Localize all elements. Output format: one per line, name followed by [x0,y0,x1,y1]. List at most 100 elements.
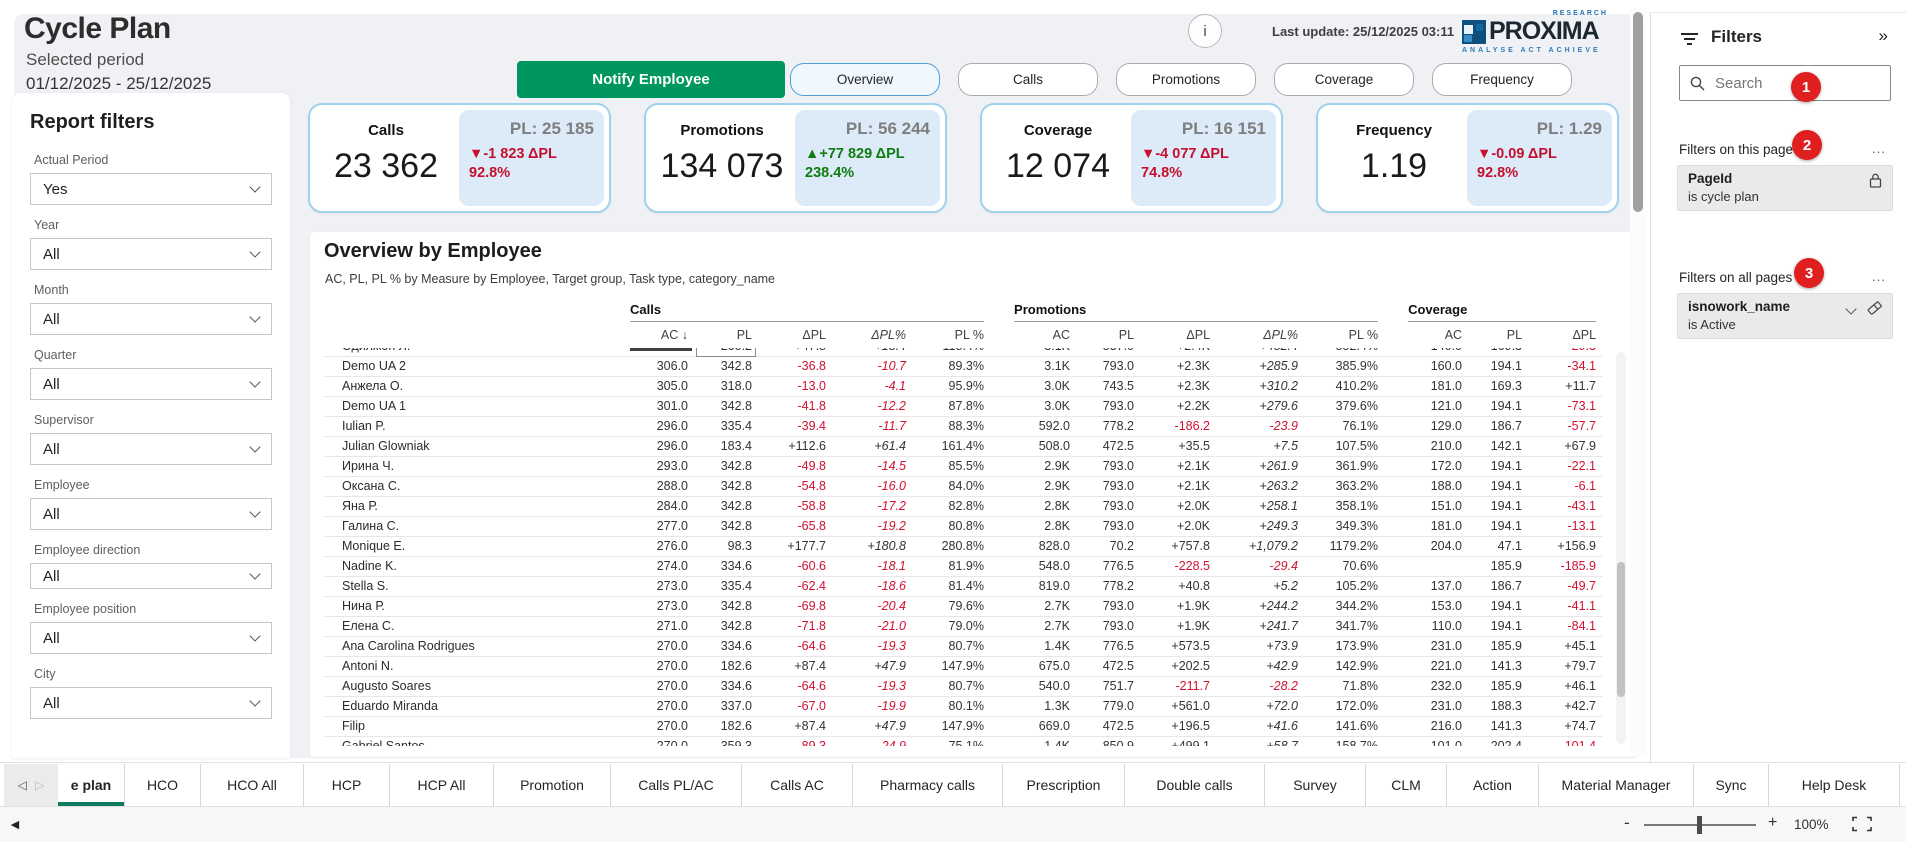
tab-calls-ac[interactable]: Calls AC [742,764,853,806]
prev-page-icon[interactable]: ◁ [18,778,27,792]
filter-dropdown-employee-direction[interactable]: All [30,563,272,589]
tab-promotion[interactable]: Promotion [494,764,611,806]
notify-employee-button[interactable]: Notify Employee [517,61,785,98]
tab-clm[interactable]: CLM [1366,764,1447,806]
column-header[interactable]: ΔPL [1528,322,1602,348]
this-page-menu-dots[interactable]: ... [1872,141,1886,156]
table-row[interactable]: Julian Glowniak296.0183.4+112.6+61.4161.… [324,436,1602,456]
table-row[interactable]: Monique E.276.098.3+177.7+180.8280.8%828… [324,536,1602,556]
table-row[interactable]: Filip270.0182.6+87.4+47.9147.9%669.0472.… [324,716,1602,736]
column-header[interactable]: AC ↓ [624,322,694,348]
table-row[interactable]: Eduardo Miranda270.0337.0-67.0-19.980.1%… [324,696,1602,716]
zoom-slider-handle[interactable] [1697,816,1702,834]
next-page-icon[interactable]: ▷ [35,778,44,792]
all-pages-menu-dots[interactable]: ... [1872,269,1886,284]
filter-dropdown-employee-position[interactable]: All [30,622,272,654]
table-row[interactable]: Яна Р.284.0342.8-58.8-17.282.8%2.8K793.0… [324,496,1602,516]
table-row[interactable]: Галина С.277.0342.8-65.8-19.280.8%2.8K79… [324,516,1602,536]
table-row[interactable]: Antoni N.270.0182.6+87.4+47.9147.9%675.0… [324,656,1602,676]
filter-search-box[interactable] [1679,65,1891,101]
column-header[interactable]: PL [1076,322,1140,348]
nav-pill-promotions[interactable]: Promotions [1116,63,1256,96]
nav-pill-coverage[interactable]: Coverage [1274,63,1414,96]
fit-to-screen-icon[interactable] [1852,816,1872,832]
kpi-value: 12 074 [982,147,1134,186]
zoom-out-button[interactable]: - [1624,813,1630,833]
filter-card-isnowork[interactable]: isnowork_name is Active [1677,293,1893,339]
tab-survey[interactable]: Survey [1265,764,1366,806]
tab-prescription[interactable]: Prescription [1003,764,1125,806]
filter-label: Month [34,283,268,297]
tab-hco[interactable]: HCO [125,764,201,806]
column-header[interactable]: PL % [912,322,990,348]
kpi-card-frequency[interactable]: Frequency1.19PL: 1.29▼-0.09 ΔPL92.8% [1316,103,1619,213]
tab-e-plan[interactable]: e plan [58,764,125,806]
filter-dropdown-year[interactable]: All [30,238,272,270]
column-header[interactable]: ΔPL [1140,322,1216,348]
column-header[interactable]: ΔPL% [1216,322,1304,348]
filter-dropdown-month[interactable]: All [30,303,272,335]
table-row[interactable]: Gabriel Santos270.0359.3-89.3-24.975.1%1… [324,736,1602,746]
collapse-left-icon[interactable]: ◄ [8,816,22,832]
table-row[interactable]: Оксана С.288.0342.8-54.8-16.084.0%2.9K79… [324,476,1602,496]
eraser-icon[interactable] [1867,301,1882,315]
table-scrollbar-thumb[interactable] [1617,562,1625,697]
column-header[interactable]: ΔPL [758,322,832,348]
tab-pharmacy-calls[interactable]: Pharmacy calls [853,764,1003,806]
page-scrollbar[interactable] [1630,8,1646,756]
tab-hcp-all[interactable]: HCP All [390,764,494,806]
tab-material-manager[interactable]: Material Manager [1539,764,1694,806]
table-row[interactable]: Одилжон Л.308.0260.2+47.8+18.4118.4%3.1K… [324,348,1602,356]
filter-dropdown-quarter[interactable]: All [30,368,272,400]
tab-calls-pl-ac[interactable]: Calls PL/AC [611,764,742,806]
kpi-value: 1.19 [1318,147,1470,186]
tab-hco-all[interactable]: HCO All [201,764,304,806]
value-cell: 183.4 [694,436,758,456]
filter-dropdown-actual-period[interactable]: Yes [30,173,272,205]
filter-dropdown-city[interactable]: All [30,687,272,719]
chevron-down-icon[interactable] [1845,303,1856,314]
page-scrollbar-thumb[interactable] [1633,12,1643,212]
value-cell: 194.1 [1468,476,1528,496]
value-cell: 2.9K [990,476,1076,496]
table-row[interactable]: Demo UA 2306.0342.8-36.8-10.789.3%3.1K79… [324,356,1602,376]
table-row[interactable]: Нина Р.273.0342.8-69.8-20.479.6%2.7K793.… [324,596,1602,616]
kpi-card-coverage[interactable]: Coverage12 074PL: 16 151▼-4 077 ΔPL74.8% [980,103,1283,213]
zoom-in-button[interactable]: + [1768,814,1777,832]
table-row[interactable]: Demo UA 1301.0342.8-41.8-12.287.8%3.0K79… [324,396,1602,416]
tab-double-calls[interactable]: Double calls [1125,764,1265,806]
tab-hcp[interactable]: HCP [304,764,390,806]
table-row[interactable]: Nadine K.274.0334.6-60.6-18.181.9%548.07… [324,556,1602,576]
table-row[interactable]: Iulian P.296.0335.4-39.4-11.788.3%592.07… [324,416,1602,436]
column-header[interactable]: PL [1468,322,1528,348]
tab-help-desk[interactable]: Help Desk [1769,764,1900,806]
filter-dropdown-supervisor[interactable]: All [30,433,272,465]
kpi-percent: 238.4% [805,165,930,181]
tab-action[interactable]: Action [1447,764,1539,806]
nav-pill-overview[interactable]: Overview [790,63,940,96]
filters-pane: Filters » 1 Filters on this page 2 ... P… [1650,12,1906,762]
collapse-pane-icon[interactable]: » [1879,26,1888,46]
column-header[interactable]: AC [990,322,1076,348]
table-scrollbar[interactable] [1616,352,1626,744]
column-header[interactable]: PL % [1304,322,1384,348]
nav-pill-frequency[interactable]: Frequency [1432,63,1572,96]
table-row[interactable]: Елена С.271.0342.8-71.8-21.079.0%2.7K793… [324,616,1602,636]
tab-sync[interactable]: Sync [1694,764,1769,806]
kpi-card-promotions[interactable]: Promotions134 073PL: 56 244▲+77 829 ΔPL2… [644,103,947,213]
table-row[interactable]: Stella S.273.0335.4-62.4-18.681.4%819.07… [324,576,1602,596]
table-row[interactable]: Анжела О.305.0318.0-13.0-4.195.9%3.0K743… [324,376,1602,396]
table-row[interactable]: Augusto Soares270.0334.6-64.6-19.380.7%5… [324,676,1602,696]
filter-dropdown-employee[interactable]: All [30,498,272,530]
value-cell: 173.9% [1304,636,1384,656]
column-header[interactable]: AC [1384,322,1468,348]
column-header[interactable]: ΔPL% [832,322,912,348]
value-cell: -4.1 [832,376,912,396]
table-row[interactable]: Ирина Ч.293.0342.8-49.8-14.585.5%2.9K793… [324,456,1602,476]
column-header[interactable]: PL [694,322,758,348]
kpi-card-calls[interactable]: Calls23 362PL: 25 185▼-1 823 ΔPL92.8% [308,103,611,213]
filter-card-pageid[interactable]: PageId is cycle plan [1677,165,1893,211]
table-row[interactable]: Ana Carolina Rodrigues270.0334.6-64.6-19… [324,636,1602,656]
info-icon[interactable]: i [1188,14,1222,48]
nav-pill-calls[interactable]: Calls [958,63,1098,96]
